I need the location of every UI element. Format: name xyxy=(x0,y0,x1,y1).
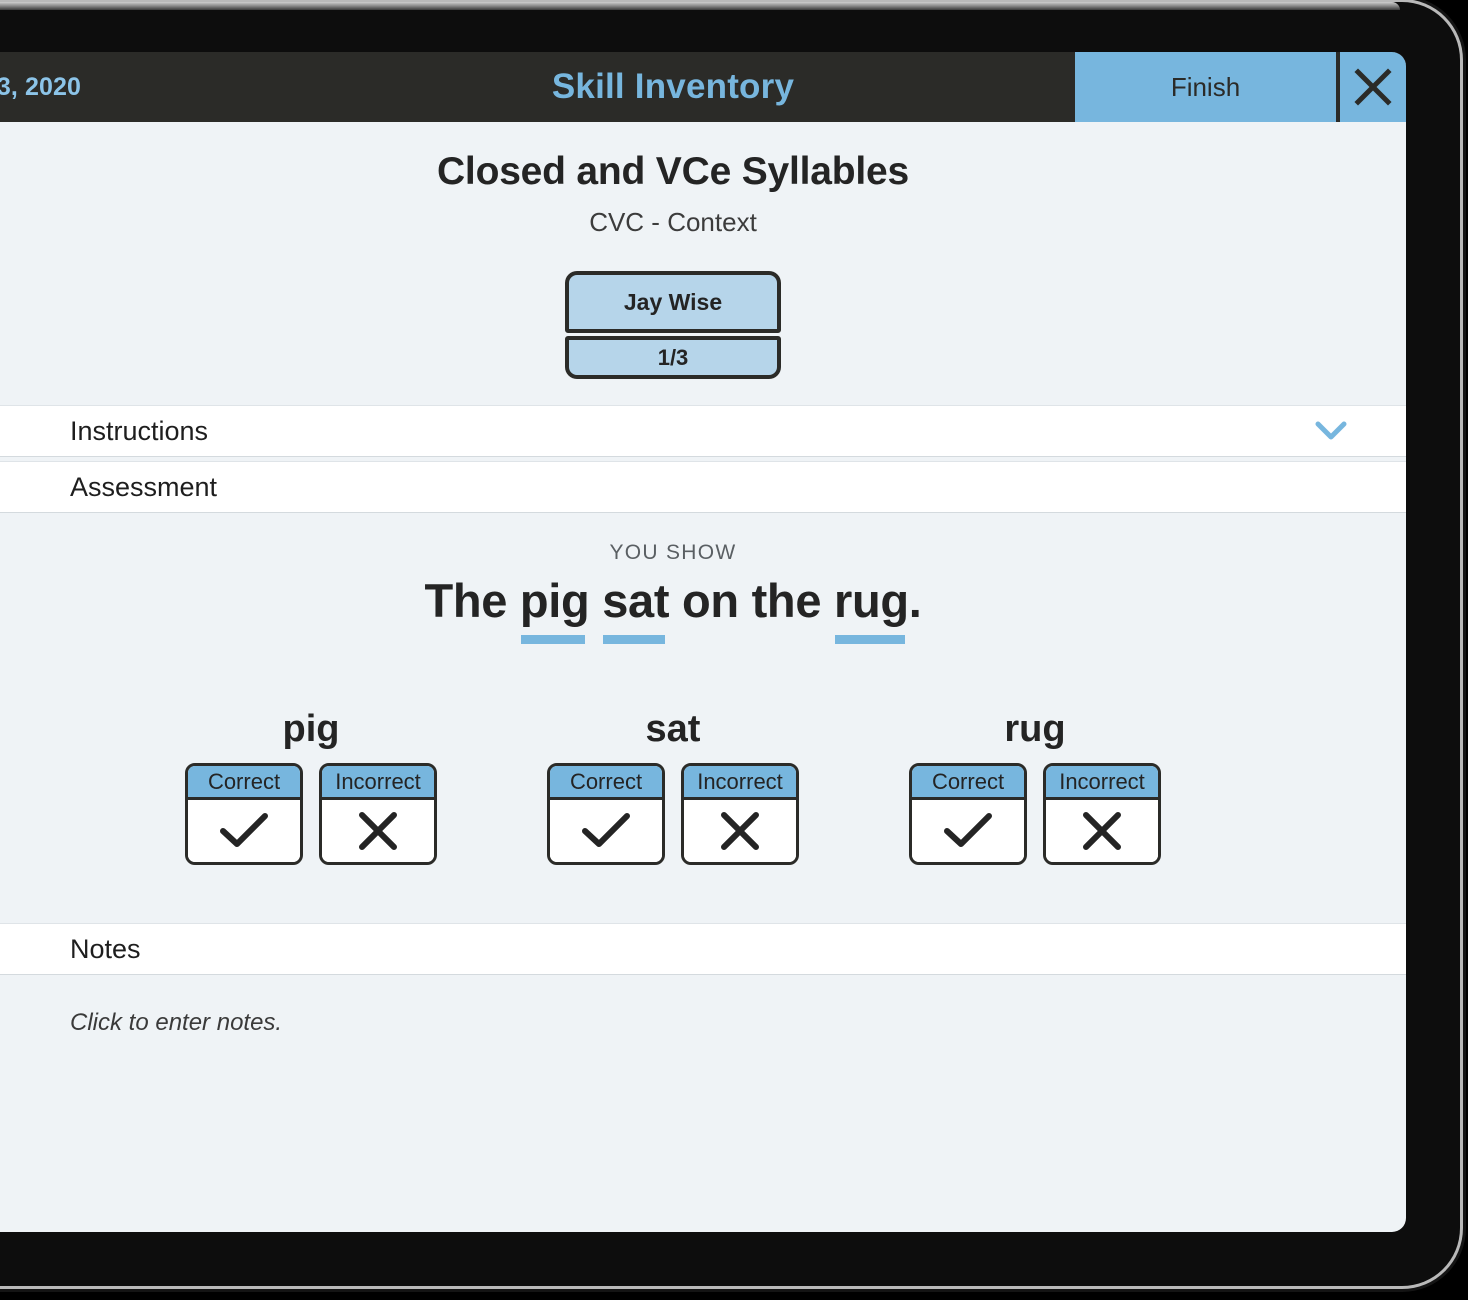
page-subtitle: CVC - Context xyxy=(589,207,757,237)
section-notes-label: Notes xyxy=(70,933,141,964)
section-notes[interactable]: Notes xyxy=(0,923,1406,976)
incorrect-button-rug[interactable]: Incorrect xyxy=(1043,763,1161,866)
sentence-text: on the xyxy=(669,574,834,627)
target-word-pig: pig xyxy=(519,574,590,646)
sentence-text: The xyxy=(424,574,520,627)
student-name-pill[interactable]: Jay Wise xyxy=(565,271,781,333)
score-word-label: sat xyxy=(645,708,701,751)
section-instructions-label: Instructions xyxy=(70,415,209,446)
close-button[interactable] xyxy=(1340,52,1406,122)
lesson-header: Closed and VCe Syllables CVC - Context J… xyxy=(0,122,1406,405)
score-buttons: Correct Incorrect xyxy=(909,763,1161,866)
section-instructions[interactable]: Instructions xyxy=(0,405,1406,457)
chevron-down-icon[interactable] xyxy=(1314,420,1348,442)
incorrect-button-pig[interactable]: Incorrect xyxy=(319,763,437,866)
target-word-rug: rug xyxy=(833,574,909,646)
you-show-label: YOU SHOW xyxy=(609,541,737,564)
x-icon xyxy=(684,800,796,863)
close-x-icon xyxy=(1354,68,1392,106)
section-assessment[interactable]: Assessment xyxy=(0,461,1406,513)
incorrect-button-sat[interactable]: Incorrect xyxy=(681,763,799,866)
score-group-sat: sat Correct Incorrect xyxy=(547,708,799,866)
notes-input[interactable]: Click to enter notes. xyxy=(70,1009,1406,1037)
score-group-rug: rug Correct Incorrect xyxy=(909,708,1161,866)
score-word-label: pig xyxy=(282,708,340,751)
correct-button-label: Correct xyxy=(550,766,662,801)
session-date: er 3, 2020 xyxy=(0,72,81,101)
score-buttons: Correct Incorrect xyxy=(185,763,437,866)
tablet-screen: er 3, 2020 Skill Inventory Finish Closed… xyxy=(0,52,1406,1232)
device-edge-highlight xyxy=(0,2,1400,10)
section-assessment-label: Assessment xyxy=(70,471,218,502)
correct-button-label: Correct xyxy=(188,766,300,801)
correct-button-pig[interactable]: Correct xyxy=(185,763,303,866)
x-icon xyxy=(1046,800,1158,863)
correct-button-sat[interactable]: Correct xyxy=(547,763,665,866)
score-buttons: Correct Incorrect xyxy=(547,763,799,866)
correct-button-label: Correct xyxy=(912,766,1024,801)
score-grid: pig Correct Incorrect sat Correct Incorrect ru… xyxy=(0,708,1406,913)
score-group-pig: pig Correct Incorrect xyxy=(185,708,437,866)
student-progress-pill[interactable]: 1/3 xyxy=(565,336,781,379)
assessment-sentence: The pig sat on the rug. xyxy=(0,573,1406,646)
check-icon xyxy=(550,800,662,863)
incorrect-button-label: Incorrect xyxy=(684,766,796,801)
finish-button[interactable]: Finish xyxy=(1075,52,1340,122)
sentence-text xyxy=(589,574,602,627)
app-bar-actions: Finish xyxy=(1075,52,1406,122)
notes-panel: Click to enter notes. xyxy=(0,975,1406,1078)
target-word-sat: sat xyxy=(602,574,670,646)
check-icon xyxy=(188,800,300,863)
correct-button-rug[interactable]: Correct xyxy=(909,763,1027,866)
sentence-text: . xyxy=(908,574,922,627)
student-selector: Jay Wise 1/3 xyxy=(565,271,781,379)
app-bar: er 3, 2020 Skill Inventory Finish xyxy=(0,52,1406,122)
incorrect-button-label: Incorrect xyxy=(322,766,434,801)
assessment-panel: YOU SHOW The pig sat on the rug. pig Corr… xyxy=(0,513,1406,924)
page-title: Closed and VCe Syllables xyxy=(436,150,910,193)
incorrect-button-label: Incorrect xyxy=(1046,766,1158,801)
x-icon xyxy=(322,800,434,863)
score-word-label: rug xyxy=(1004,708,1066,751)
check-icon xyxy=(912,800,1024,863)
